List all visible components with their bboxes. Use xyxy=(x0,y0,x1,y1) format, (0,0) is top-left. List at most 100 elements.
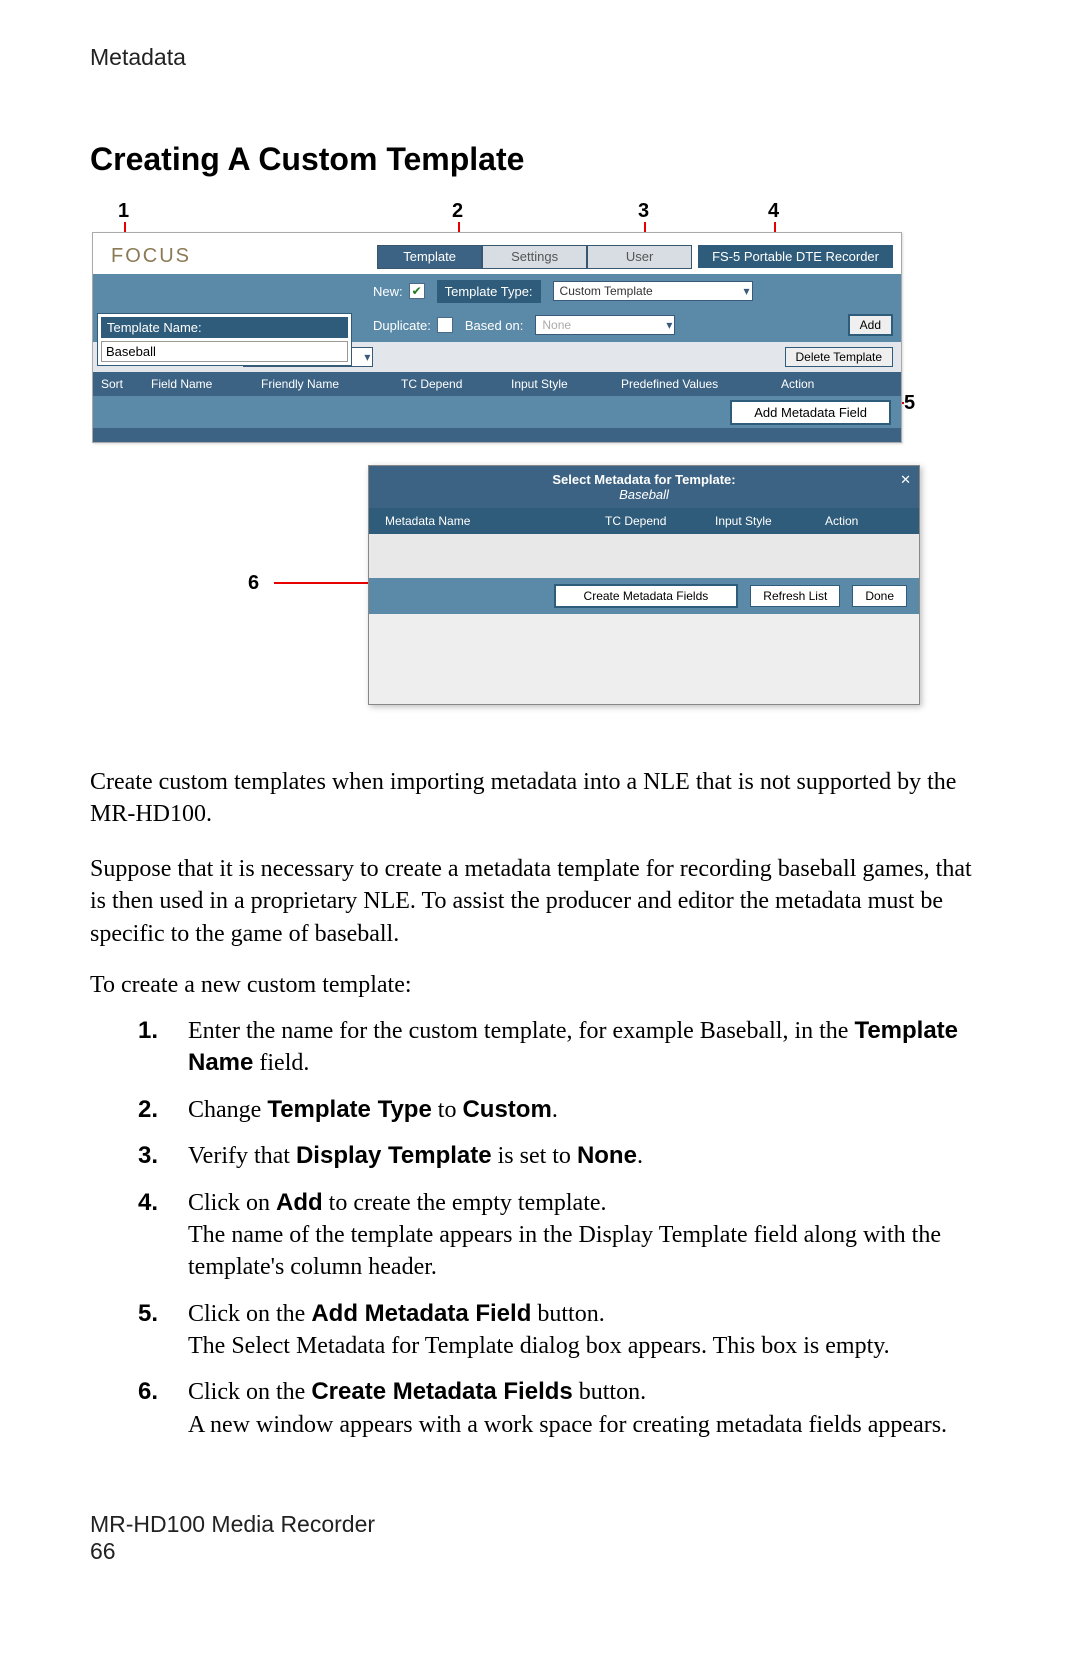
bold: Create Metadata Fields xyxy=(311,1378,572,1405)
step-text: Change xyxy=(188,1097,267,1123)
done-button[interactable]: Done xyxy=(852,585,907,607)
step-number: 2. xyxy=(138,1094,188,1126)
step-3: 3. Verify that Display Template is set t… xyxy=(138,1140,990,1172)
device-name: FS-5 Portable DTE Recorder xyxy=(698,245,893,268)
step-number: 3. xyxy=(138,1140,188,1172)
col-friendly: Friendly Name xyxy=(253,377,393,391)
col-field: Field Name xyxy=(143,377,253,391)
step-text: Enter the name for the custom template, … xyxy=(188,1018,854,1044)
tab-row: FOCUS Template Settings User FS-5 Portab… xyxy=(93,233,901,274)
based-on-dropdown[interactable]: None ▾ xyxy=(535,315,675,335)
template-type-dropdown[interactable]: Custom Template ▾ xyxy=(553,281,753,301)
dialog-subtitle: Baseball xyxy=(369,487,919,502)
bold: Add xyxy=(276,1189,323,1216)
step-text: Click on the xyxy=(188,1301,311,1327)
step-4: 4. Click on Add to create the empty temp… xyxy=(138,1187,990,1284)
step-number: 1. xyxy=(138,1015,188,1080)
dialog-column-headers: Metadata Name TC Depend Input Style Acti… xyxy=(369,508,919,534)
step-text: Click on xyxy=(188,1190,276,1216)
duplicate-checkbox-group: Duplicate: . xyxy=(373,317,453,333)
running-header: Metadata xyxy=(90,44,990,71)
add-button[interactable]: Add xyxy=(848,314,893,336)
paragraph-2: Suppose that it is necessary to create a… xyxy=(90,853,990,950)
step-text: Click on the xyxy=(188,1379,311,1405)
bold: Template Type xyxy=(267,1096,431,1123)
create-metadata-fields-button[interactable]: Create Metadata Fields xyxy=(554,584,739,608)
settings-row-1: New: ✔ Template Type: Custom Template ▾ xyxy=(93,274,901,308)
step-text: Verify that xyxy=(188,1143,296,1169)
step-number: 5. xyxy=(138,1298,188,1363)
callout-1: 1 xyxy=(118,200,129,223)
dialog-button-row: Create Metadata Fields Refresh List Done xyxy=(369,578,919,614)
section-title: Creating A Custom Template xyxy=(90,141,990,178)
step-text: . xyxy=(637,1143,643,1169)
col-action: Action xyxy=(773,377,853,391)
paragraph-1: Create custom templates when importing m… xyxy=(90,766,990,831)
refresh-list-button[interactable]: Refresh List xyxy=(750,585,840,607)
step-2: 2. Change Template Type to Custom. xyxy=(138,1094,990,1126)
new-checkbox-group: New: ✔ xyxy=(373,283,425,299)
template-name-box: Template Name: xyxy=(97,313,352,366)
step-number: 6. xyxy=(138,1376,188,1441)
step-1: 1. Enter the name for the custom templat… xyxy=(138,1015,990,1080)
tab-template[interactable]: Template xyxy=(377,245,482,269)
step-text: The Select Metadata for Template dialog … xyxy=(188,1333,890,1359)
paragraph-3: To create a new custom template: xyxy=(90,972,990,999)
duplicate-label: Duplicate: xyxy=(373,318,431,333)
callout-3: 3 xyxy=(638,200,649,223)
step-text: button. xyxy=(573,1379,646,1405)
page-footer: MR-HD100 Media Recorder 66 xyxy=(90,1511,990,1565)
based-on-value: None xyxy=(542,318,571,332)
bold: Display Template xyxy=(296,1142,492,1169)
app-window: FOCUS Template Settings User FS-5 Portab… xyxy=(92,232,902,443)
step-text: . xyxy=(552,1097,558,1123)
new-checkbox[interactable]: ✔ xyxy=(409,283,425,299)
add-metadata-field-button[interactable]: Add Metadata Field xyxy=(730,400,891,425)
step-6: 6. Click on the Create Metadata Fields b… xyxy=(138,1376,990,1441)
based-on-label: Based on: xyxy=(465,318,524,333)
step-text: to create the empty template. xyxy=(323,1190,607,1216)
grid-footer-bar xyxy=(93,428,901,442)
dlg-col-action: Action xyxy=(809,514,889,528)
step-5: 5. Click on the Add Metadata Field butto… xyxy=(138,1298,990,1363)
footer-page-number: 66 xyxy=(90,1538,990,1565)
column-headers: Sort Field Name Friendly Name TC Depend … xyxy=(93,372,901,396)
template-type-value: Custom Template xyxy=(560,284,653,298)
step-number: 4. xyxy=(138,1187,188,1284)
step-text: field. xyxy=(253,1050,309,1076)
dialog-footer-area xyxy=(369,614,919,704)
close-icon[interactable]: ✕ xyxy=(900,472,911,488)
footer-product: MR-HD100 Media Recorder xyxy=(90,1511,990,1538)
step-text: The name of the template appears in the … xyxy=(188,1222,941,1280)
annotated-screenshot: 1 2 3 4 5 6 FOCUS xyxy=(88,200,918,730)
tab-settings[interactable]: Settings xyxy=(482,245,587,269)
callout-4: 4 xyxy=(768,200,779,223)
dialog-titlebar: Select Metadata for Template: Baseball ✕ xyxy=(369,466,919,508)
chevron-down-icon: ▾ xyxy=(744,284,750,298)
dlg-col-tc: TC Depend xyxy=(589,514,699,528)
template-name-label: Template Name: xyxy=(101,317,348,338)
dlg-col-input: Input Style xyxy=(699,514,809,528)
dialog-body-empty xyxy=(369,534,919,578)
dlg-col-name: Metadata Name xyxy=(369,514,589,528)
template-name-input[interactable] xyxy=(101,341,348,362)
dialog-title: Select Metadata for Template: xyxy=(369,472,919,487)
step-text: button. xyxy=(531,1301,604,1327)
callout-5: 5 xyxy=(904,392,915,415)
step-text: is set to xyxy=(492,1143,577,1169)
callout-6: 6 xyxy=(248,572,259,595)
duplicate-checkbox[interactable]: . xyxy=(437,317,453,333)
bold: None xyxy=(577,1142,637,1169)
bold: Add Metadata Field xyxy=(311,1300,531,1327)
delete-template-button[interactable]: Delete Template xyxy=(785,347,894,367)
step-text: A new window appears with a work space f… xyxy=(188,1412,947,1438)
add-metadata-row: Add Metadata Field xyxy=(93,396,901,428)
chevron-down-icon: ▾ xyxy=(364,350,370,364)
callout-2: 2 xyxy=(452,200,463,223)
select-metadata-dialog: Select Metadata for Template: Baseball ✕… xyxy=(368,465,920,705)
col-tc: TC Depend xyxy=(393,377,503,391)
step-text: to xyxy=(432,1097,463,1123)
col-sort: Sort xyxy=(93,377,143,391)
template-type-label: Template Type: xyxy=(437,280,541,303)
tab-user[interactable]: User xyxy=(587,245,692,269)
